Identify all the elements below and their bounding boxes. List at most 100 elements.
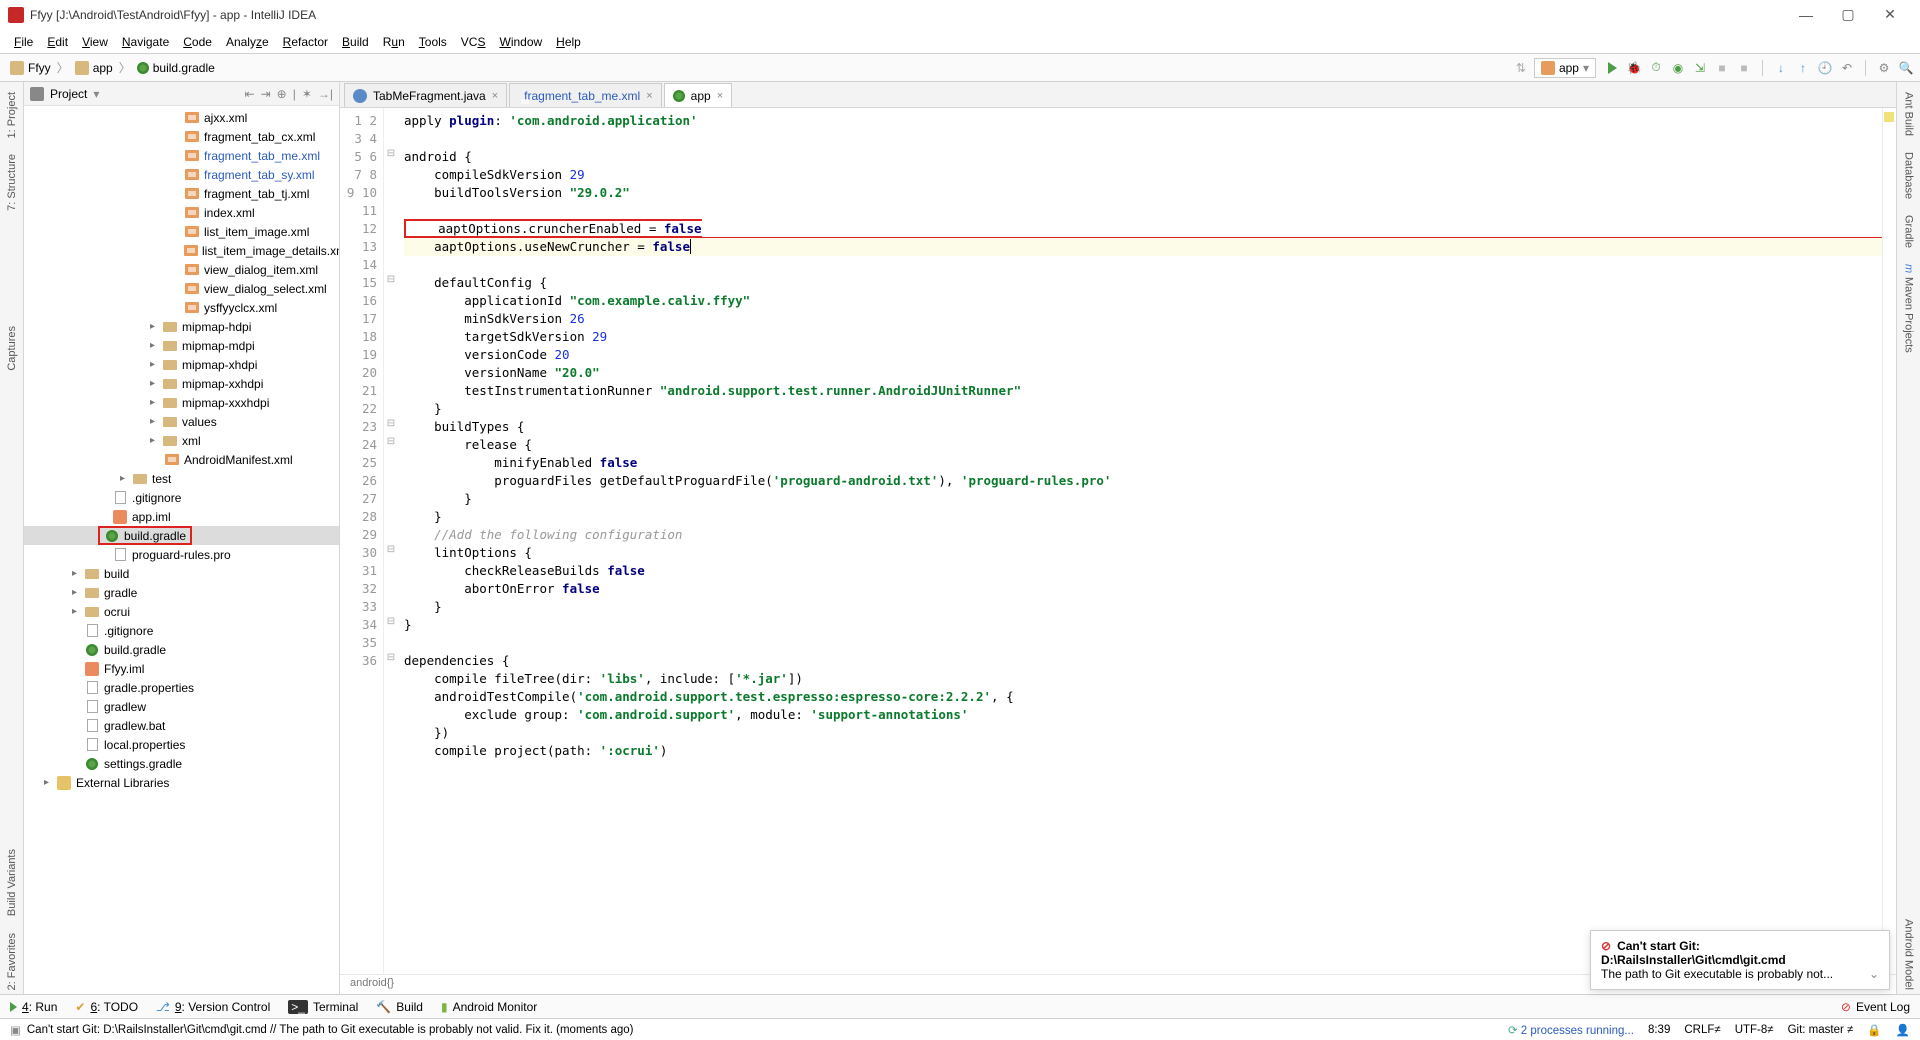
menu-help[interactable]: Help (550, 33, 587, 51)
close-icon[interactable]: × (492, 90, 498, 102)
close-button[interactable]: ✕ (1878, 3, 1902, 27)
rail-ant[interactable]: Ant Build (1901, 88, 1917, 140)
profile-button[interactable]: ⏱ (1648, 60, 1664, 76)
tree-file[interactable]: local.properties (24, 735, 339, 754)
status-hector-icon[interactable]: 👤 (1896, 1023, 1910, 1037)
tool-vcs[interactable]: ⎇9: Version Control (156, 1000, 270, 1014)
vcs-revert-button[interactable]: ↶ (1839, 60, 1855, 76)
tool-terminal[interactable]: >_Terminal (288, 1000, 358, 1014)
status-line-separator[interactable]: CRLF≠ (1684, 1024, 1720, 1036)
tree-file[interactable]: fragment_tab_tj.xml (24, 184, 339, 203)
tool-todo[interactable]: ✔6: TODO (75, 1000, 138, 1014)
close-icon[interactable]: × (717, 90, 723, 102)
menu-refactor[interactable]: Refactor (277, 33, 334, 51)
tree-file[interactable]: AndroidManifest.xml (24, 450, 339, 469)
tree-folder[interactable]: ▸mipmap-xxhdpi (24, 374, 339, 393)
menu-edit[interactable]: Edit (41, 33, 74, 51)
tree-folder[interactable]: ▸build (24, 564, 339, 583)
search-everywhere-button[interactable]: 🔍 (1898, 60, 1914, 76)
status-encoding[interactable]: UTF-8≠ (1735, 1024, 1774, 1036)
rail-project[interactable]: 1: Project (4, 88, 20, 142)
tree-file[interactable]: settings.gradle (24, 754, 339, 773)
tree-file[interactable]: .gitignore (24, 621, 339, 640)
coverage-button[interactable]: ◉ (1670, 60, 1686, 76)
tree-file[interactable]: fragment_tab_cx.xml (24, 127, 339, 146)
status-git-branch[interactable]: Git: master ≠ (1788, 1024, 1854, 1036)
project-tree[interactable]: ajxx.xml fragment_tab_cx.xml fragment_ta… (24, 106, 339, 994)
tree-file[interactable]: build.gradle (24, 640, 339, 659)
tool-run[interactable]: 4: Run (10, 1000, 57, 1014)
tree-folder[interactable]: ▸ocrui (24, 602, 339, 621)
chevron-down-icon[interactable]: ⌄ (1869, 967, 1879, 981)
tree-folder[interactable]: ▸test (24, 469, 339, 488)
panel-expand-icon[interactable]: ⇥ (261, 87, 271, 101)
menu-vcs[interactable]: VCS (455, 33, 492, 51)
rail-database[interactable]: Database (1901, 148, 1917, 203)
tree-file[interactable]: ajxx.xml (24, 108, 339, 127)
tree-file[interactable]: app.iml (24, 507, 339, 526)
close-icon[interactable]: × (646, 90, 652, 102)
menu-build[interactable]: Build (336, 33, 375, 51)
tree-file[interactable]: list_item_image_details.xml (24, 241, 339, 260)
vcs-update-button[interactable]: ↓ (1773, 60, 1789, 76)
menu-navigate[interactable]: Navigate (116, 33, 175, 51)
vcs-history-button[interactable]: 🕘 (1817, 60, 1833, 76)
tree-folder[interactable]: ▸mipmap-mdpi (24, 336, 339, 355)
tree-file[interactable]: gradle.properties (24, 678, 339, 697)
tree-folder[interactable]: ▸mipmap-hdpi (24, 317, 339, 336)
vcs-commit-button[interactable]: ↑ (1795, 60, 1811, 76)
attach-button[interactable]: ⇲ (1692, 60, 1708, 76)
status-position[interactable]: 8:39 (1648, 1024, 1670, 1036)
fold-column[interactable]: ⊟ ⊟ ⊟⊟ ⊟⊟ ⊟ (384, 108, 398, 974)
menu-run[interactable]: Run (377, 33, 411, 51)
tree-file[interactable]: index.xml (24, 203, 339, 222)
panel-hide-icon[interactable]: →| (318, 87, 333, 101)
tree-file-selected[interactable]: build.gradle (24, 526, 339, 545)
menu-file[interactable]: File (8, 33, 39, 51)
run-config-selector[interactable]: app ▾ (1534, 58, 1596, 78)
tool-android-monitor[interactable]: ▮Android Monitor (441, 1000, 537, 1014)
run-button[interactable] (1604, 60, 1620, 76)
minimize-button[interactable]: — (1794, 3, 1818, 27)
tree-file[interactable]: .gitignore (24, 488, 339, 507)
project-structure-button[interactable]: ⚙ (1876, 60, 1892, 76)
editor-tab-active[interactable]: app× (664, 83, 732, 107)
tree-file[interactable]: view_dialog_select.xml (24, 279, 339, 298)
rail-maven[interactable]: m Maven Projects (1901, 260, 1917, 357)
menu-tools[interactable]: Tools (413, 33, 453, 51)
debug-button[interactable]: 🐞 (1626, 60, 1642, 76)
rail-gradle[interactable]: Gradle (1901, 211, 1917, 252)
menu-view[interactable]: View (76, 33, 114, 51)
menu-window[interactable]: Window (493, 33, 548, 51)
status-icon[interactable]: ▣ (10, 1023, 21, 1037)
tree-folder[interactable]: ▸values (24, 412, 339, 431)
tree-file[interactable]: Ffyy.iml (24, 659, 339, 678)
tree-file[interactable]: ysffyyclcx.xml (24, 298, 339, 317)
stop2-button[interactable]: ■ (1736, 60, 1752, 76)
panel-target-icon[interactable]: ⊕ (277, 87, 287, 101)
panel-collapse-icon[interactable]: ⇤ (245, 87, 255, 101)
tree-file[interactable]: fragment_tab_sy.xml (24, 165, 339, 184)
status-lock-icon[interactable]: 🔒 (1867, 1023, 1881, 1037)
tool-event-log[interactable]: ⊘Event Log (1841, 1000, 1910, 1014)
error-stripe[interactable] (1882, 108, 1896, 974)
rail-structure[interactable]: 7: Structure (4, 150, 20, 215)
tree-folder[interactable]: ▸mipmap-xxxhdpi (24, 393, 339, 412)
rail-captures[interactable]: Captures (4, 322, 20, 375)
rail-favorites[interactable]: 2: Favorites (4, 929, 20, 994)
line-gutter[interactable]: 1 2 3 4 5 6 7 8 9 10 11 12 13 14 15 16 1… (340, 108, 384, 974)
tree-file[interactable]: proguard-rules.pro (24, 545, 339, 564)
tree-file[interactable]: view_dialog_item.xml (24, 260, 339, 279)
status-processes[interactable]: ⟳ 2 processes running... (1508, 1023, 1634, 1037)
editor-tab[interactable]: fragment_tab_me.xml× (509, 83, 662, 107)
crumb-file[interactable]: build.gradle (133, 61, 219, 75)
notification-balloon[interactable]: ⊘Can't start Git: D:\RailsInstaller\Git\… (1590, 930, 1890, 990)
rail-android-model[interactable]: Android Model (1901, 915, 1917, 994)
tree-folder[interactable]: ▸mipmap-xhdpi (24, 355, 339, 374)
crumb-module[interactable]: app (71, 61, 117, 75)
tree-folder[interactable]: ▸gradle (24, 583, 339, 602)
editor-tab[interactable]: TabMeFragment.java× (344, 83, 507, 107)
tree-file[interactable]: fragment_tab_me.xml (24, 146, 339, 165)
maximize-button[interactable]: ▢ (1836, 3, 1860, 27)
tree-file[interactable]: gradlew.bat (24, 716, 339, 735)
